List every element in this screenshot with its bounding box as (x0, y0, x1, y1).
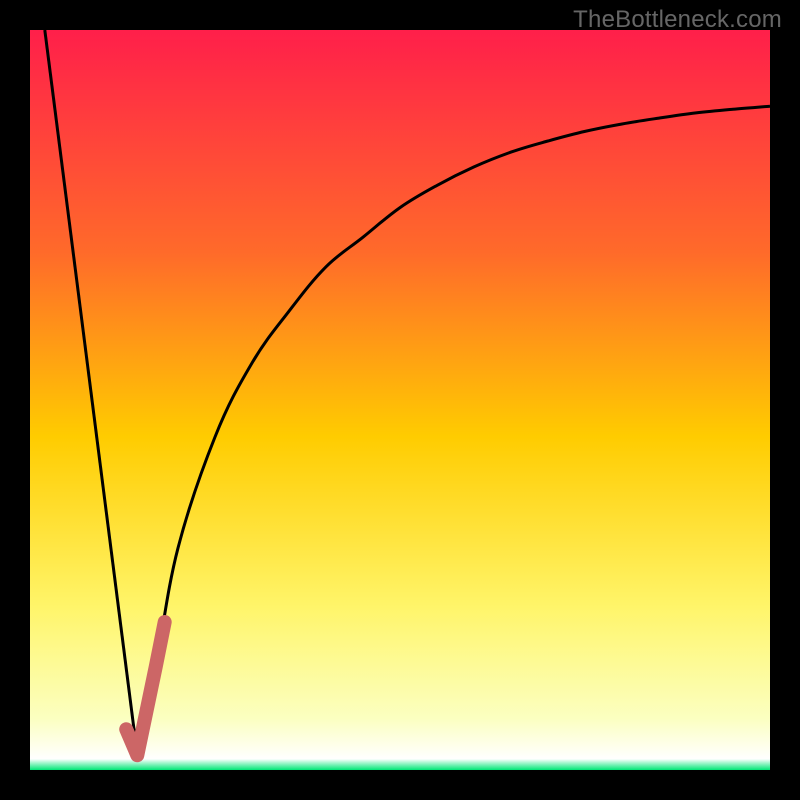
chart-curves (30, 30, 770, 770)
chart-frame: TheBottleneck.com (0, 0, 800, 800)
rising-curve (137, 106, 770, 755)
highlight-segment (126, 622, 165, 755)
watermark-text: TheBottleneck.com (573, 6, 782, 34)
plot-area (30, 30, 770, 770)
falling-line (45, 30, 138, 755)
